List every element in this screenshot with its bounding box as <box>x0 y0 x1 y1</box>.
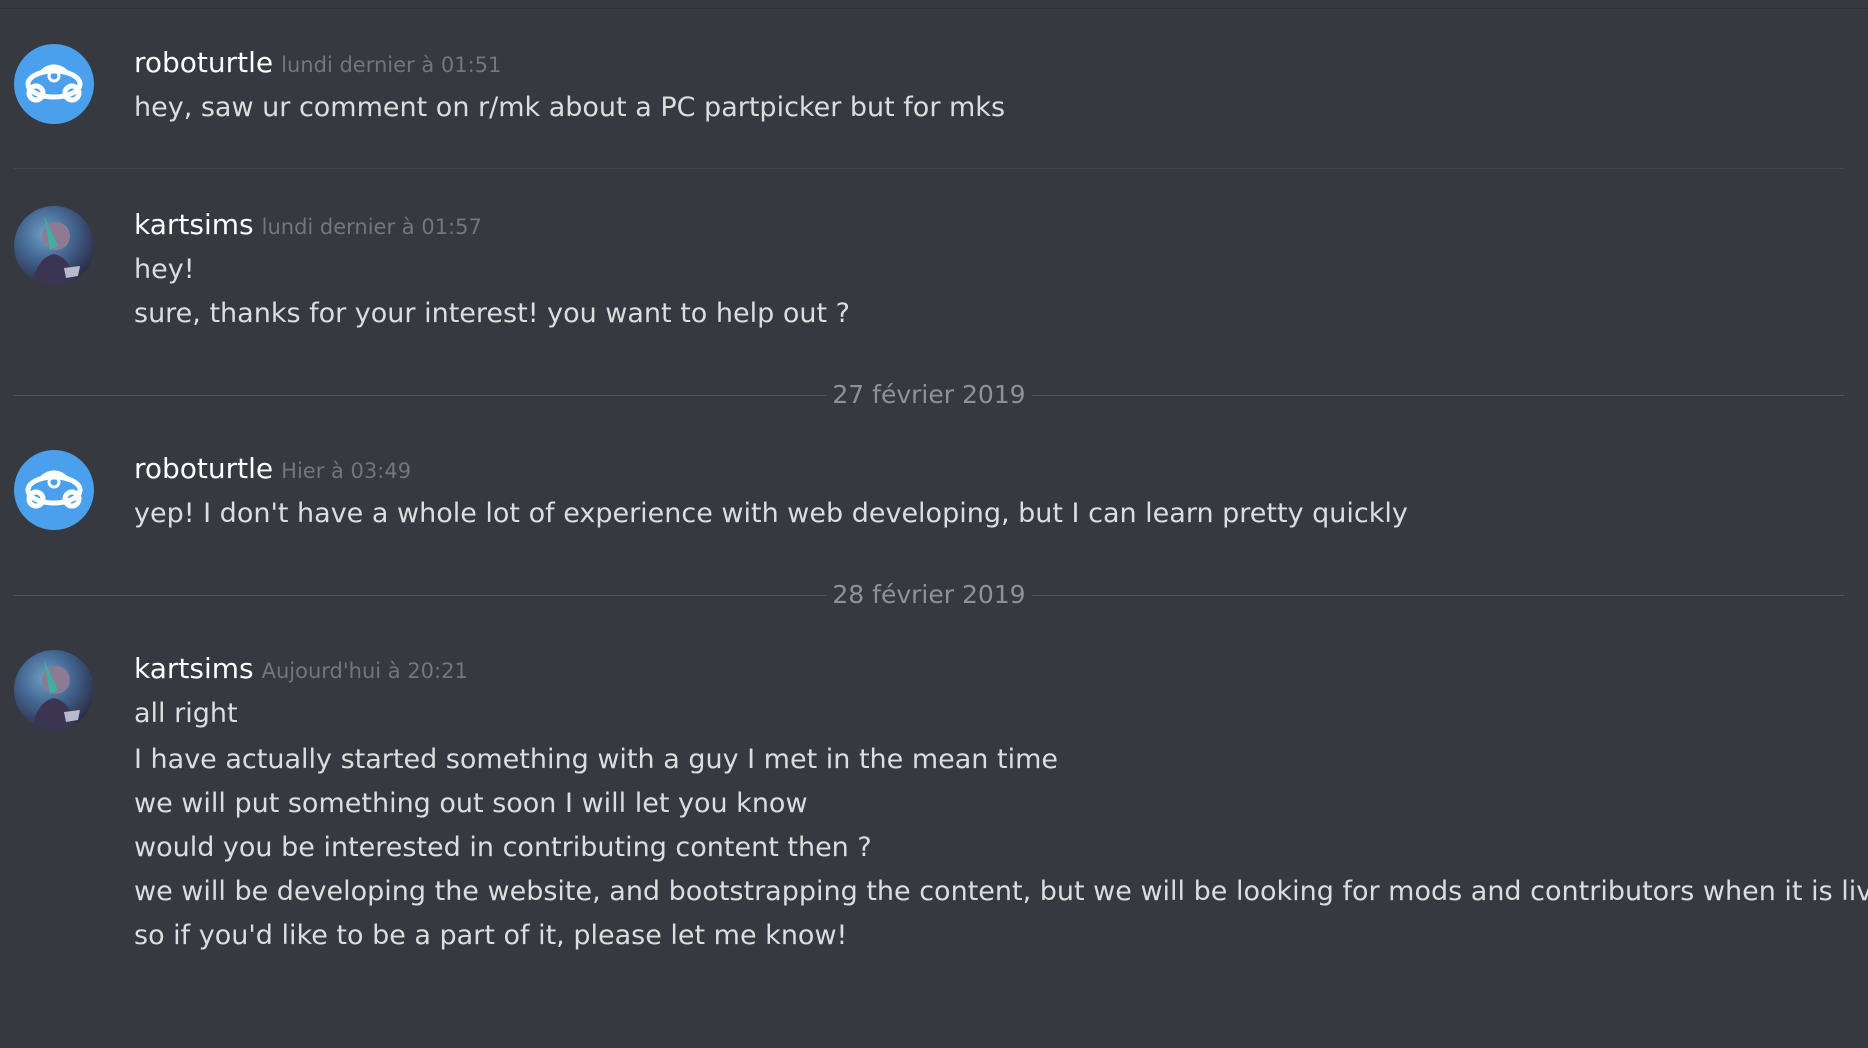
roboturtle-logo-icon[interactable] <box>14 44 94 124</box>
message-line: hey, saw ur comment on r/mk about a PC p… <box>134 92 1006 123</box>
date-divider-label: 28 février 2019 <box>832 580 1026 609</box>
username[interactable]: roboturtle <box>134 452 273 485</box>
timestamp: lundi dernier à 01:57 <box>261 215 482 239</box>
message-line: sure, thanks for your interest! you want… <box>134 298 850 329</box>
message-line: so if you'd like to be a part of it, ple… <box>134 920 848 951</box>
username[interactable]: kartsims <box>134 652 254 685</box>
message-line: hey! <box>134 254 195 285</box>
message-header: kartsims lundi dernier à 01:57 <box>134 208 482 241</box>
message-line: I have actually started something with a… <box>134 744 1058 775</box>
message-group: kartsims Aujourd'hui à 20:21 all right I … <box>14 650 1868 960</box>
message-line: yep! I don't have a whole lot of experie… <box>134 498 1408 529</box>
username[interactable]: roboturtle <box>134 46 273 79</box>
message-line: we will put something out soon I will le… <box>134 788 808 819</box>
divider-rule <box>14 395 826 396</box>
chat-top-edge <box>0 0 1868 9</box>
user-photo-avatar[interactable] <box>14 206 94 286</box>
message-header: roboturtle lundi dernier à 01:51 <box>134 46 501 79</box>
message-line: all right <box>134 698 238 729</box>
message-group: kartsims lundi dernier à 01:57 hey! sure,… <box>14 206 1844 336</box>
message-line: we will be developing the website, and b… <box>134 876 1868 907</box>
message-separator <box>14 168 1844 169</box>
message-header: roboturtle Hier à 03:49 <box>134 452 411 485</box>
user-photo-avatar[interactable] <box>14 650 94 730</box>
roboturtle-logo-icon[interactable] <box>14 450 94 530</box>
message-line: would you be interested in contributing … <box>134 832 872 863</box>
date-divider: 27 février 2019 <box>14 380 1844 410</box>
message-group: roboturtle Hier à 03:49 yep! I don't have… <box>14 450 1844 540</box>
divider-rule <box>1032 395 1844 396</box>
timestamp: lundi dernier à 01:51 <box>281 53 502 77</box>
message-group: roboturtle lundi dernier à 01:51 hey, saw… <box>14 44 1844 134</box>
chat-message-list[interactable]: roboturtle lundi dernier à 01:51 hey, saw… <box>0 0 1868 1048</box>
date-divider: 28 février 2019 <box>14 580 1844 610</box>
divider-rule <box>1032 595 1844 596</box>
timestamp: Aujourd'hui à 20:21 <box>261 659 468 683</box>
divider-rule <box>14 595 826 596</box>
date-divider-label: 27 février 2019 <box>832 380 1026 409</box>
timestamp: Hier à 03:49 <box>281 459 412 483</box>
username[interactable]: kartsims <box>134 208 254 241</box>
message-header: kartsims Aujourd'hui à 20:21 <box>134 652 468 685</box>
